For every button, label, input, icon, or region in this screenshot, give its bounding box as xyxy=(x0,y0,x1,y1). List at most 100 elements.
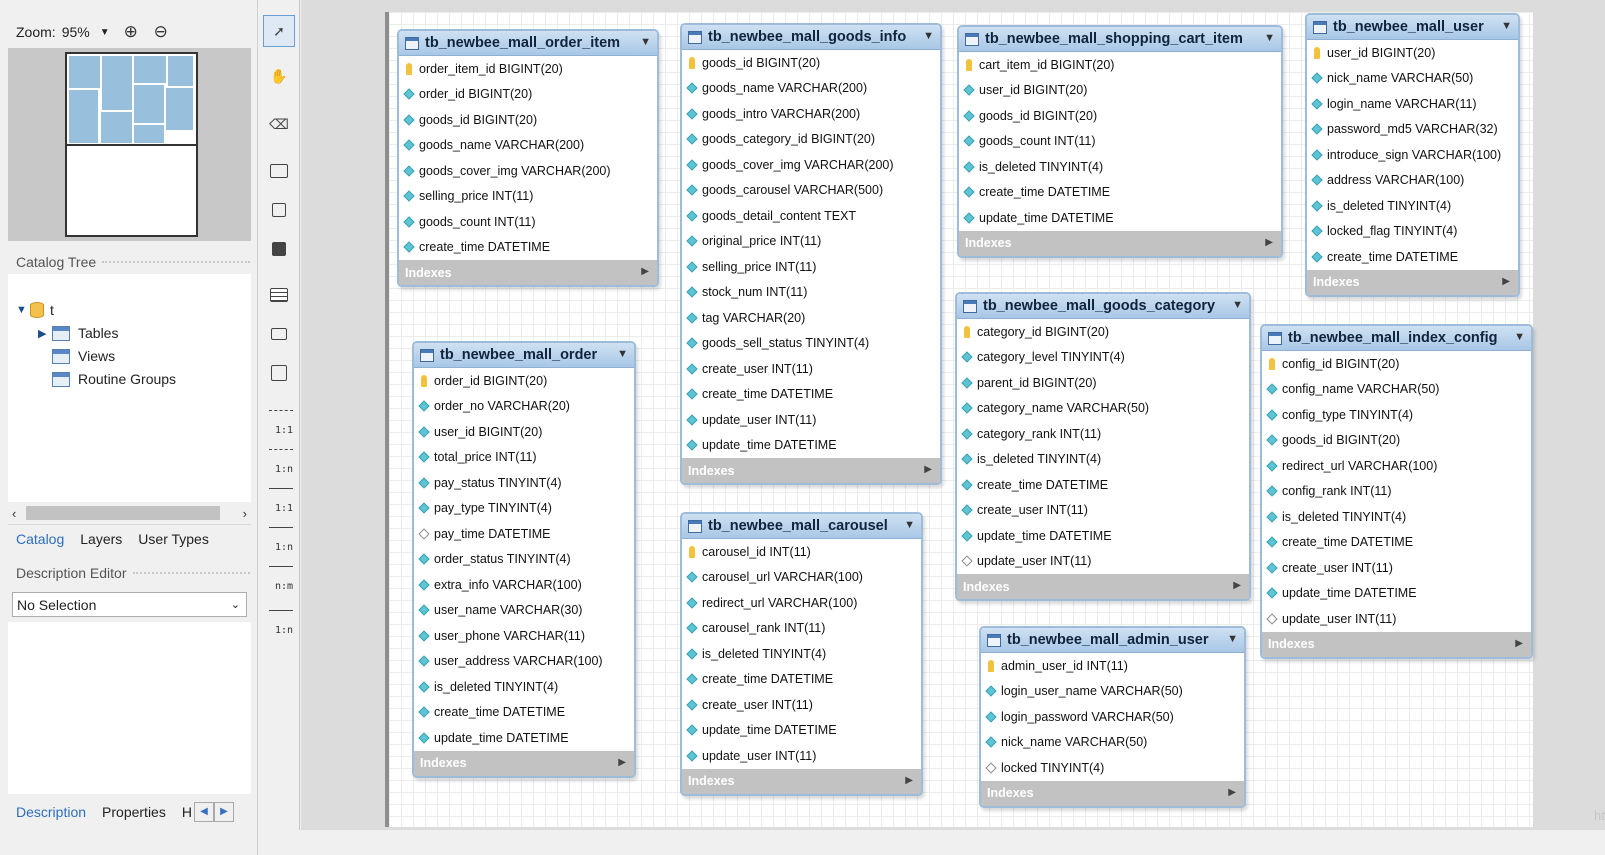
collapse-table-icon[interactable]: ▼ xyxy=(1232,299,1243,311)
er-column[interactable]: goods_sell_status TINYINT(4) xyxy=(682,331,940,357)
er-table-indexes[interactable]: Indexes ▶ xyxy=(1262,631,1531,657)
tab-scroll-right-icon[interactable]: ▶ xyxy=(213,802,234,822)
er-column[interactable]: parent_id BIGINT(20) xyxy=(957,370,1249,396)
expand-indexes-icon[interactable]: ▶ xyxy=(1233,580,1241,591)
er-column[interactable]: create_time DATETIME xyxy=(414,700,634,726)
er-column[interactable]: create_time DATETIME xyxy=(399,235,657,261)
er-column[interactable]: admin_user_id INT(11) xyxy=(981,653,1244,679)
er-table-header[interactable]: tb_newbee_mall_index_config ▼ xyxy=(1262,326,1531,351)
er-column[interactable]: create_time DATETIME xyxy=(682,667,921,693)
er-column[interactable]: pay_type TINYINT(4) xyxy=(414,496,634,522)
er-column[interactable]: carousel_id INT(11) xyxy=(682,539,921,565)
description-select[interactable]: No Selection ⌄ xyxy=(12,592,247,617)
er-table-indexes[interactable]: Indexes ▶ xyxy=(959,230,1281,256)
tree-node-schema[interactable]: ▼ t xyxy=(16,302,54,318)
er-column[interactable]: category_rank INT(11) xyxy=(957,421,1249,447)
er-table-header[interactable]: tb_newbee_mall_admin_user ▼ xyxy=(981,628,1244,653)
er-table-header[interactable]: tb_newbee_mall_order ▼ xyxy=(414,343,634,368)
er-table-header[interactable]: tb_newbee_mall_shopping_cart_item ▼ xyxy=(959,27,1281,52)
er-column[interactable]: address VARCHAR(100) xyxy=(1307,168,1518,194)
er-column[interactable]: update_time DATETIME xyxy=(957,523,1249,549)
expand-indexes-icon[interactable]: ▶ xyxy=(641,266,649,277)
er-column[interactable]: update_time DATETIME xyxy=(959,205,1281,231)
er-column[interactable]: update_user INT(11) xyxy=(957,549,1249,575)
er-column[interactable]: goods_cover_img VARCHAR(200) xyxy=(399,158,657,184)
er-column[interactable]: nick_name VARCHAR(50) xyxy=(981,730,1244,756)
er-column[interactable]: category_name VARCHAR(50) xyxy=(957,396,1249,422)
er-column[interactable]: carousel_rank INT(11) xyxy=(682,616,921,642)
routine-group-tool-icon[interactable] xyxy=(263,357,295,389)
er-table-indexes[interactable]: Indexes ▶ xyxy=(414,750,634,776)
er-column[interactable]: create_time DATETIME xyxy=(1307,244,1518,270)
er-table-header[interactable]: tb_newbee_mall_user ▼ xyxy=(1307,15,1518,40)
er-table-header[interactable]: tb_newbee_mall_goods_info ▼ xyxy=(682,25,940,50)
tab-description[interactable]: Description xyxy=(8,804,94,820)
note-tool-icon[interactable] xyxy=(263,194,295,226)
collapse-table-icon[interactable]: ▼ xyxy=(617,348,628,360)
er-column[interactable]: goods_intro VARCHAR(200) xyxy=(682,101,940,127)
zoom-in-icon[interactable]: ⊕ xyxy=(116,22,146,42)
er-column[interactable]: user_address VARCHAR(100) xyxy=(414,649,634,675)
tree-node-views[interactable]: Views xyxy=(52,348,115,364)
tab-partial[interactable]: H xyxy=(174,804,194,820)
er-column[interactable]: order_item_id BIGINT(20) xyxy=(399,56,657,82)
expand-indexes-icon[interactable]: ▶ xyxy=(905,775,913,786)
relationship-1-1-icon[interactable]: 1:1 xyxy=(263,482,295,514)
er-table[interactable]: tb_newbee_mall_index_config ▼ config_id BI… xyxy=(1260,324,1533,659)
er-table[interactable]: tb_newbee_mall_order ▼ order_id BIGINT(20)… xyxy=(412,341,636,778)
er-column[interactable]: config_rank INT(11) xyxy=(1262,479,1531,505)
er-column[interactable]: is_deleted TINYINT(4) xyxy=(682,641,921,667)
tree-node-tables[interactable]: ▶ Tables xyxy=(38,325,118,341)
relationship-1-n-identifying-icon[interactable]: 1:n xyxy=(263,443,295,475)
er-column[interactable]: pay_status TINYINT(4) xyxy=(414,470,634,496)
er-column[interactable]: create_time DATETIME xyxy=(1262,530,1531,556)
er-table-header[interactable]: tb_newbee_mall_carousel ▼ xyxy=(682,514,921,539)
catalog-hscrollbar[interactable]: ‹ › xyxy=(8,504,251,522)
er-column[interactable]: update_user INT(11) xyxy=(682,743,921,769)
layer-tool-icon[interactable] xyxy=(263,155,295,187)
relationship-existing-columns-icon[interactable]: 1:n xyxy=(263,604,295,636)
er-column[interactable]: login_user_name VARCHAR(50) xyxy=(981,679,1244,705)
er-table[interactable]: tb_newbee_mall_admin_user ▼ admin_user_id … xyxy=(979,626,1246,808)
er-table[interactable]: tb_newbee_mall_goods_info ▼ goods_id BIGIN… xyxy=(680,23,942,485)
er-table-header[interactable]: tb_newbee_mall_goods_category ▼ xyxy=(957,294,1249,319)
er-table[interactable]: tb_newbee_mall_user ▼ user_id BIGINT(20) ni… xyxy=(1305,13,1520,297)
er-column[interactable]: cart_item_id BIGINT(20) xyxy=(959,52,1281,78)
scroll-left-icon[interactable]: ‹ xyxy=(12,506,16,521)
er-column[interactable]: update_user INT(11) xyxy=(682,407,940,433)
er-column[interactable]: is_deleted TINYINT(4) xyxy=(959,154,1281,180)
er-column[interactable]: goods_name VARCHAR(200) xyxy=(682,76,940,102)
er-column[interactable]: password_md5 VARCHAR(32) xyxy=(1307,117,1518,143)
er-column[interactable]: is_deleted TINYINT(4) xyxy=(1262,504,1531,530)
pointer-tool-icon[interactable]: ➚ xyxy=(263,15,295,47)
er-table-header[interactable]: tb_newbee_mall_order_item ▼ xyxy=(399,31,657,56)
er-column[interactable]: update_time DATETIME xyxy=(414,725,634,751)
er-table[interactable]: tb_newbee_mall_carousel ▼ carousel_id INT(… xyxy=(680,512,923,796)
tab-scroll-left-icon[interactable]: ◀ xyxy=(193,802,214,822)
er-column[interactable]: create_user INT(11) xyxy=(1262,555,1531,581)
relationship-1-n-icon[interactable]: 1:n xyxy=(263,521,295,553)
catalog-tree[interactable]: ▼ t ▶ Tables Views Routine Groups xyxy=(8,274,251,502)
er-column[interactable]: user_id BIGINT(20) xyxy=(414,419,634,445)
zoom-value[interactable]: 95% xyxy=(62,24,94,40)
er-column[interactable]: create_user INT(11) xyxy=(682,356,940,382)
er-column[interactable]: login_name VARCHAR(11) xyxy=(1307,91,1518,117)
birds-eye-view[interactable] xyxy=(8,48,251,241)
er-column[interactable]: user_id BIGINT(20) xyxy=(1307,40,1518,66)
er-column[interactable]: locked TINYINT(4) xyxy=(981,755,1244,781)
collapse-table-icon[interactable]: ▼ xyxy=(904,519,915,531)
er-column[interactable]: goods_count INT(11) xyxy=(959,129,1281,155)
er-column[interactable]: order_status TINYINT(4) xyxy=(414,547,634,573)
er-column[interactable]: create_user INT(11) xyxy=(957,498,1249,524)
er-column[interactable]: user_name VARCHAR(30) xyxy=(414,598,634,624)
collapse-table-icon[interactable]: ▼ xyxy=(923,30,934,42)
er-column[interactable]: selling_price INT(11) xyxy=(399,184,657,210)
expand-indexes-icon[interactable]: ▶ xyxy=(1265,237,1273,248)
er-column[interactable]: category_id BIGINT(20) xyxy=(957,319,1249,345)
er-column[interactable]: update_time DATETIME xyxy=(682,718,921,744)
collapse-table-icon[interactable]: ▼ xyxy=(1227,633,1238,645)
er-column[interactable]: create_time DATETIME xyxy=(682,382,940,408)
tab-properties[interactable]: Properties xyxy=(94,804,174,820)
collapse-table-icon[interactable]: ▼ xyxy=(1501,20,1512,32)
er-column[interactable]: locked_flag TINYINT(4) xyxy=(1307,219,1518,245)
